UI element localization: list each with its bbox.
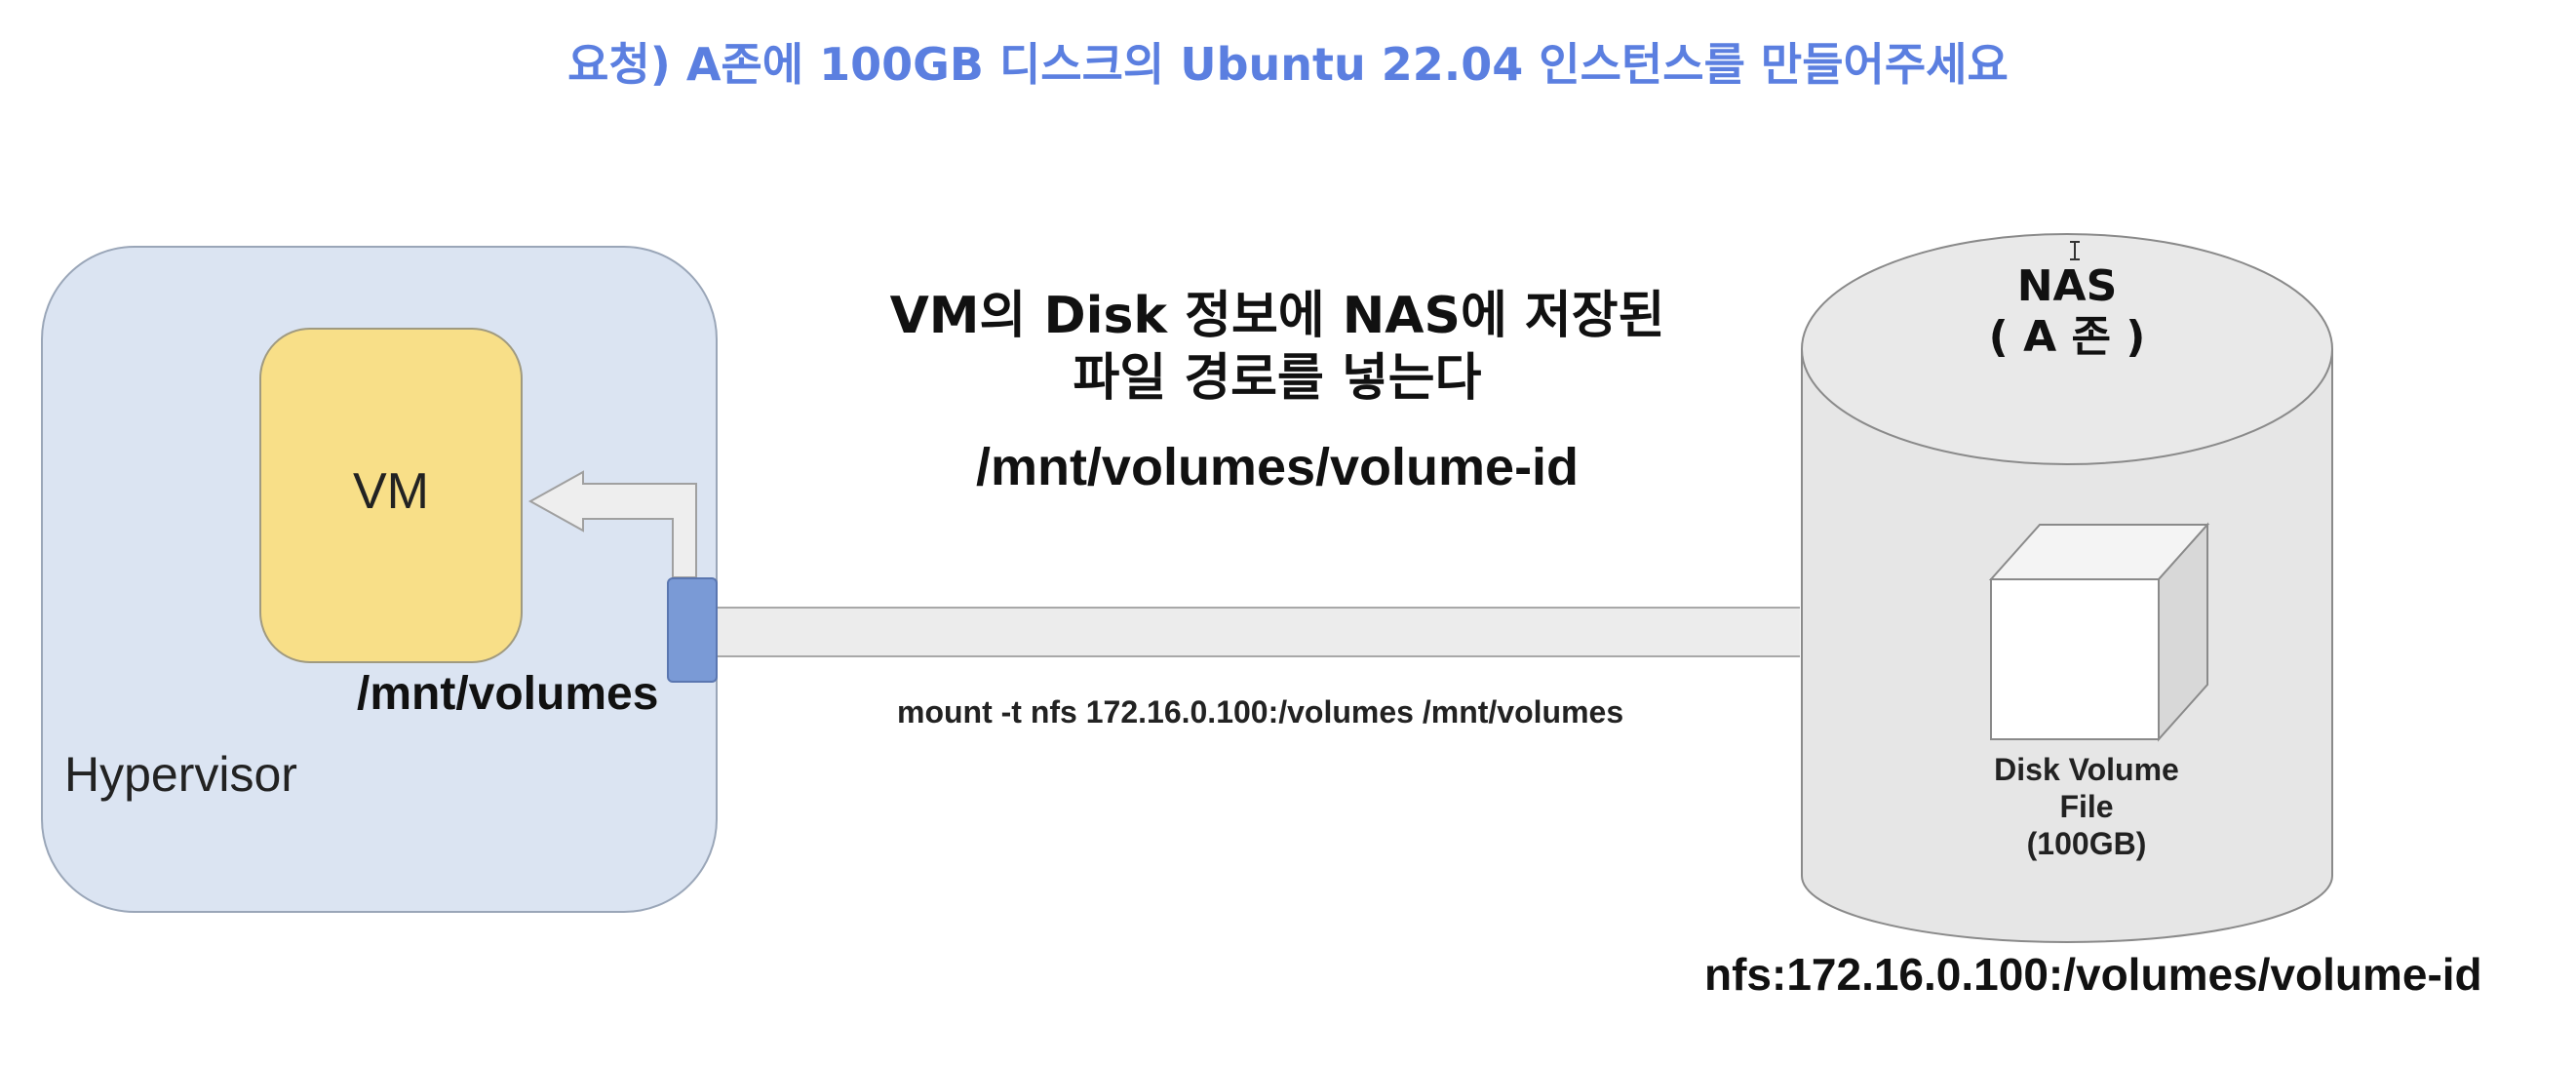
description-line-1: VM의 Disk 정보에 NAS에 저장된 bbox=[889, 287, 1665, 345]
diagram-shapes bbox=[527, 233, 2333, 943]
volume-path: /mnt/volumes/volume-id bbox=[975, 438, 1580, 496]
mount-command: mount -t nfs 172.16.0.100:/volumes /mnt/… bbox=[897, 694, 1624, 730]
disk-label-line-1: Disk Volume bbox=[1994, 752, 2179, 787]
nas-zone: ( A 존 ) bbox=[1988, 312, 2146, 362]
mount-port bbox=[667, 577, 718, 683]
mount-point-label: /mnt/volumes bbox=[357, 668, 659, 720]
nas-title: NAS ( A 존 ) bbox=[1921, 261, 2213, 363]
description-line-2: 파일 경로를 넣는다 bbox=[1073, 349, 1482, 408]
disk-volume-label: Disk Volume File (100GB) bbox=[1970, 751, 2204, 862]
nfs-path: nfs:172.16.0.100:/volumes/volume-id bbox=[1704, 949, 2482, 1000]
nas-name: NAS bbox=[2016, 261, 2118, 311]
disk-label-line-3: (100GB) bbox=[2026, 826, 2147, 861]
disk-volume-cube bbox=[1988, 522, 2210, 742]
disk-label-line-2: File bbox=[2059, 789, 2114, 824]
description: VM의 Disk 정보에 NAS에 저장된 파일 경로를 넣는다 bbox=[858, 285, 1697, 410]
mount-arrow bbox=[527, 470, 697, 578]
